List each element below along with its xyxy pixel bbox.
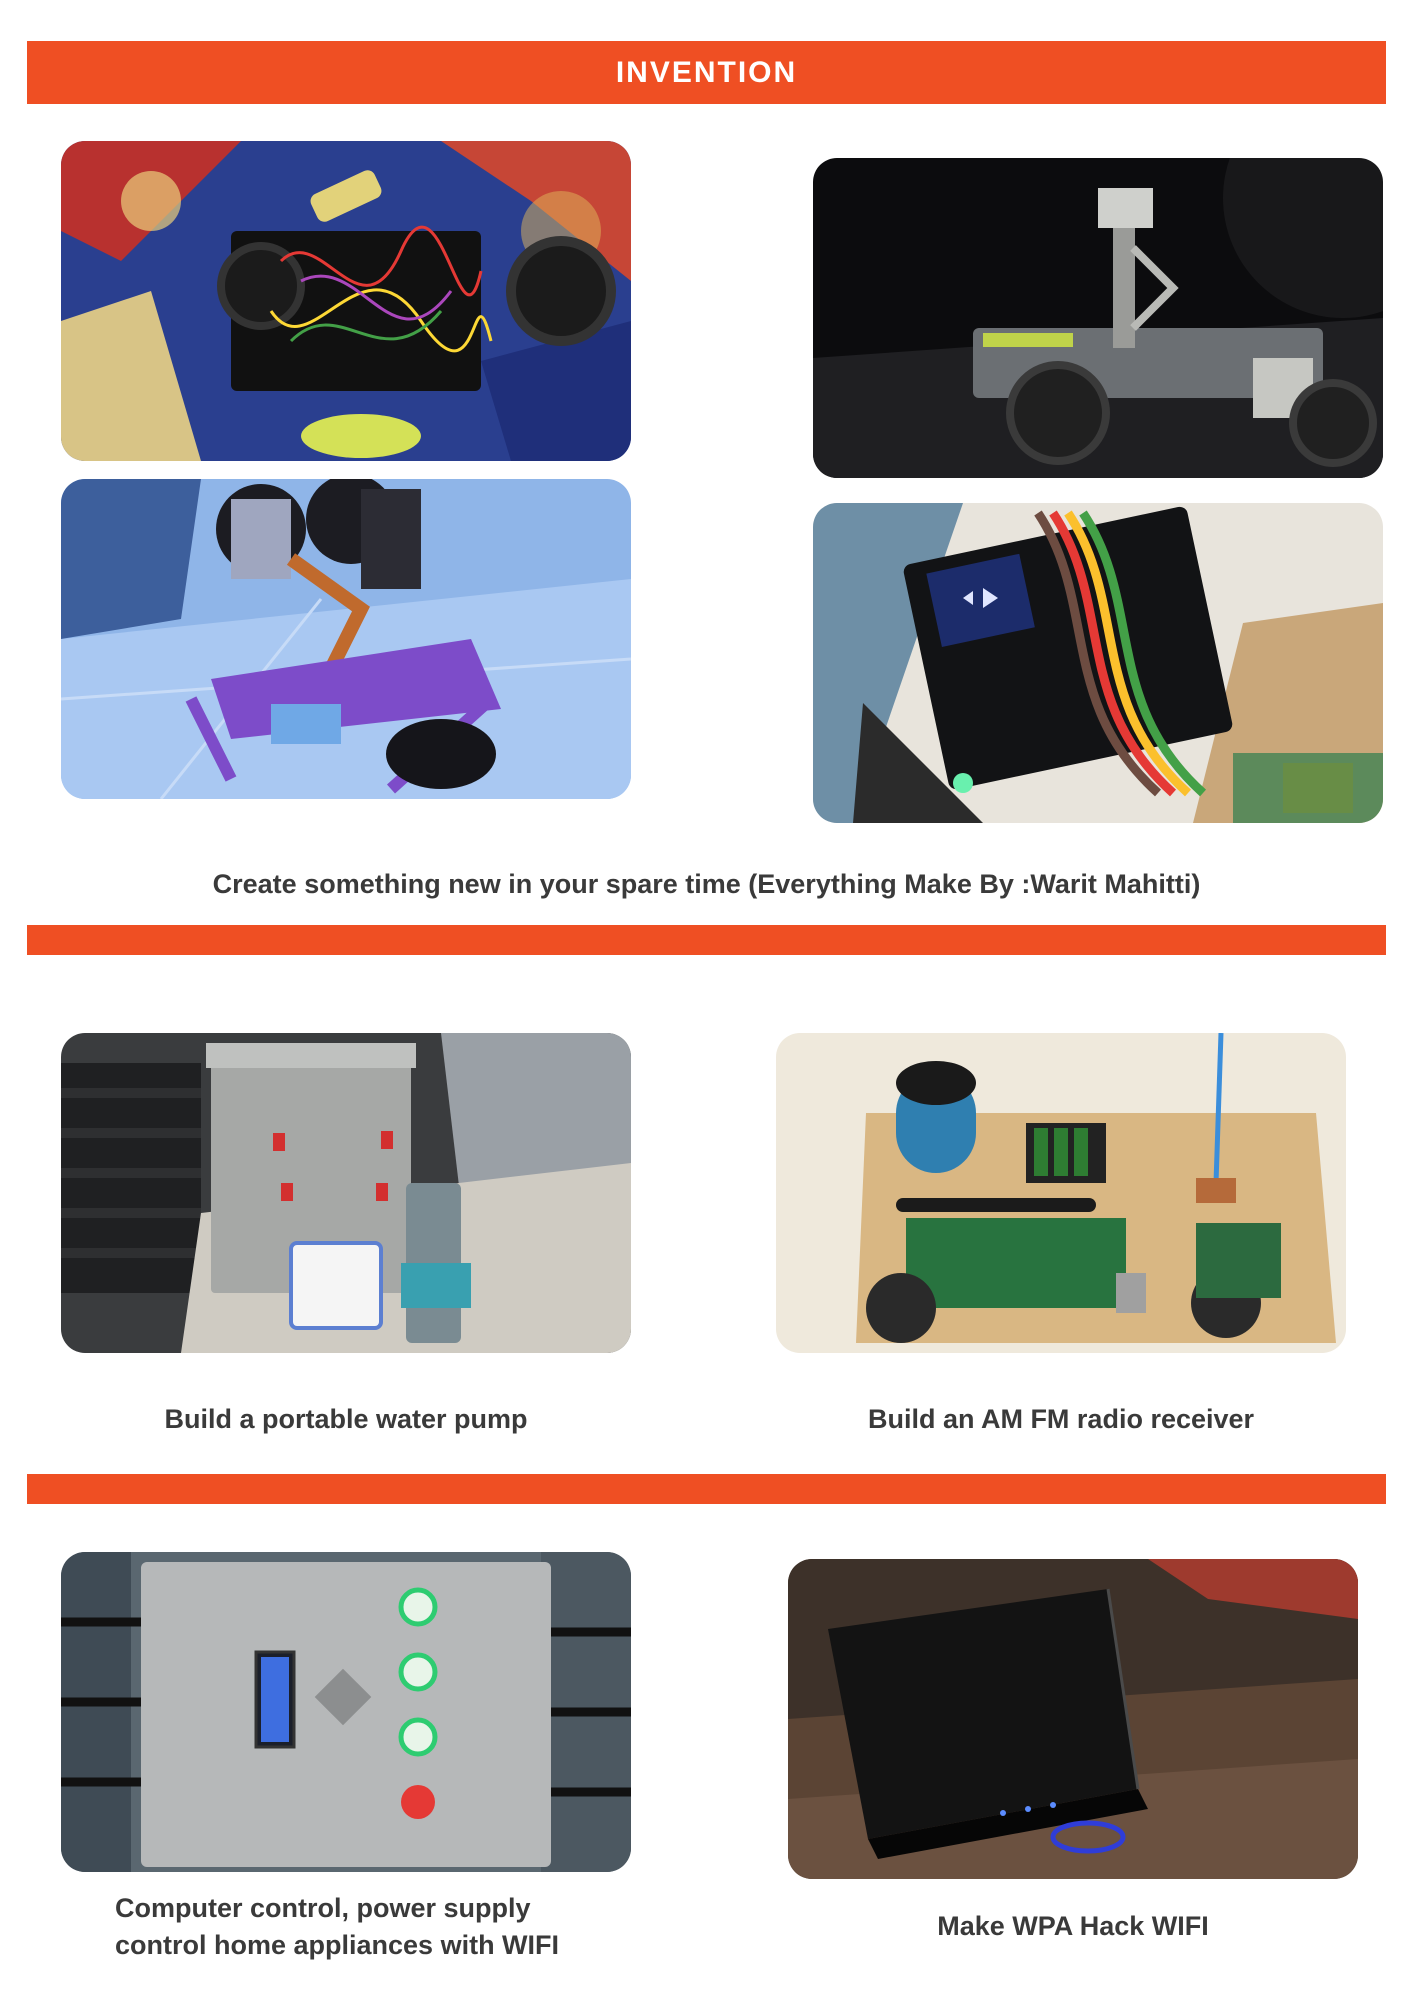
photo-robot-car-wiring bbox=[61, 141, 631, 461]
page-title: INVENTION bbox=[615, 55, 798, 89]
section2-right-caption: Build an AM FM radio receiver bbox=[867, 1404, 1255, 1434]
section1-caption: Create something new in your spare time … bbox=[212, 869, 1201, 899]
photo-oled-board-servo bbox=[813, 503, 1383, 823]
photo-am-fm-radio bbox=[776, 1033, 1346, 1353]
photo-smart-energy-panel bbox=[61, 1552, 631, 1872]
section-divider-2 bbox=[27, 1474, 1386, 1504]
section3-left-caption: Computer control, power supply control h… bbox=[61, 1890, 631, 1964]
photo-robot-rover-night bbox=[813, 158, 1383, 478]
photo-water-pump bbox=[61, 1033, 631, 1353]
page-title-bar: INVENTION bbox=[27, 41, 1386, 104]
section2-left-caption: Build a portable water pump bbox=[164, 1404, 528, 1434]
section3-left-caption-line2: control home appliances with WIFI bbox=[115, 1930, 560, 1960]
photo-purple-robot-arm bbox=[61, 479, 631, 799]
photo-wifi-hack-device bbox=[788, 1559, 1358, 1879]
section-divider-1 bbox=[27, 925, 1386, 955]
section3-left-caption-line1: Computer control, power supply bbox=[115, 1893, 531, 1923]
section3-right-caption: Make WPA Hack WIFI bbox=[937, 1911, 1209, 1941]
